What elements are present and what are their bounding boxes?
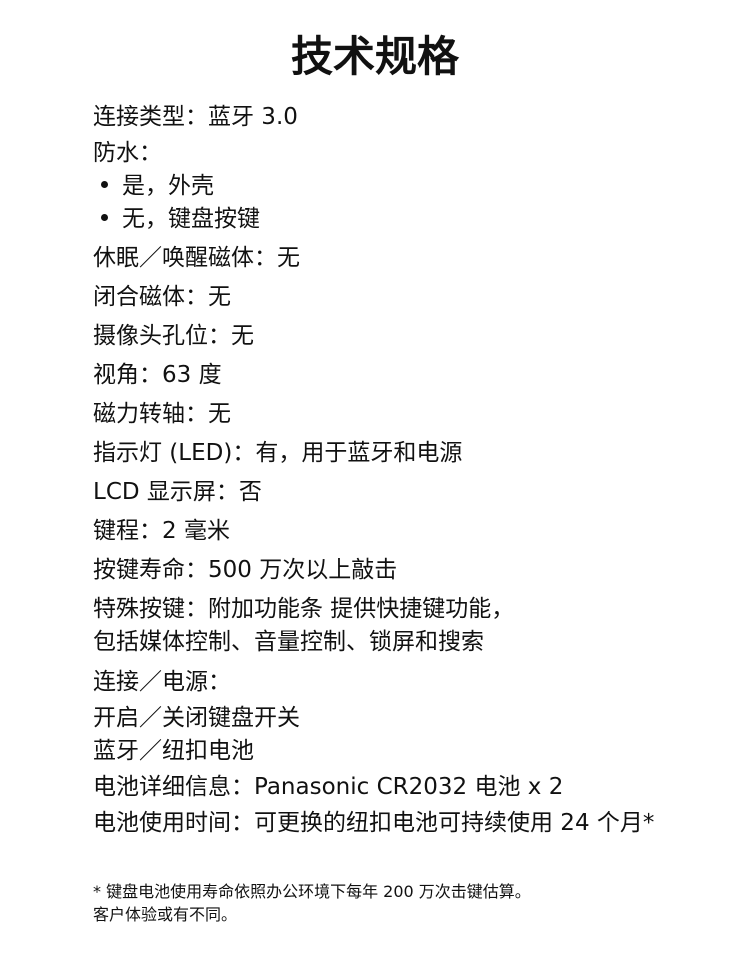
spec-viewing-angle: 视角：63 度 <box>93 362 222 388</box>
spec-power-source: 蓝牙／纽扣电池 <box>93 738 254 764</box>
bullet-icon <box>101 214 108 221</box>
bullet-item: 是，外壳 <box>93 170 733 203</box>
spec-power-switch: 开启／关闭键盘开关 <box>93 705 300 731</box>
spec-connection-type: 连接类型：蓝牙 3.0 <box>93 104 298 130</box>
bullet-item: 无，键盘按键 <box>93 203 733 236</box>
spec-camera-cutout: 摄像头孔位：无 <box>93 323 254 349</box>
spec-led: 指示灯 (LED)：有，用于蓝牙和电源 <box>93 440 463 466</box>
spec-key-travel: 键程：2 毫米 <box>93 518 230 544</box>
spec-lcd: LCD 显示屏：否 <box>93 479 262 505</box>
spec-closure-magnet: 闭合磁体：无 <box>93 284 231 310</box>
spec-sleep-wake-magnet: 休眠／唤醒磁体：无 <box>93 245 300 271</box>
bullet-icon <box>101 181 108 188</box>
page-title: 技术规格 <box>290 32 459 81</box>
spec-magnetic-hinge: 磁力转轴：无 <box>93 401 231 427</box>
spec-waterproof: 防水： <box>93 140 162 166</box>
spec-battery-details: 电池详细信息：Panasonic CR2032 电池 x 2 <box>93 774 564 800</box>
footnote: * 键盘电池使用寿命依照办公环境下每年 200 万次击键估算。 客户体验或有不同… <box>93 882 531 924</box>
spec-power-connection: 连接／电源： <box>93 669 231 695</box>
spec-battery-life: 电池使用时间：可更换的纽扣电池可持续使用 24 个月* <box>93 810 655 836</box>
spec-special-keys: 特殊按键：附加功能条 提供快捷键功能， 包括媒体控制、音量控制、锁屏和搜索 <box>93 596 515 655</box>
spec-list: 连接类型：蓝牙 3.0 防水： 是，外壳 无，键盘按键 休眠／唤醒磁体：无 闭合… <box>93 98 733 840</box>
spec-key-life: 按键寿命：500 万次以上敲击 <box>93 557 398 583</box>
